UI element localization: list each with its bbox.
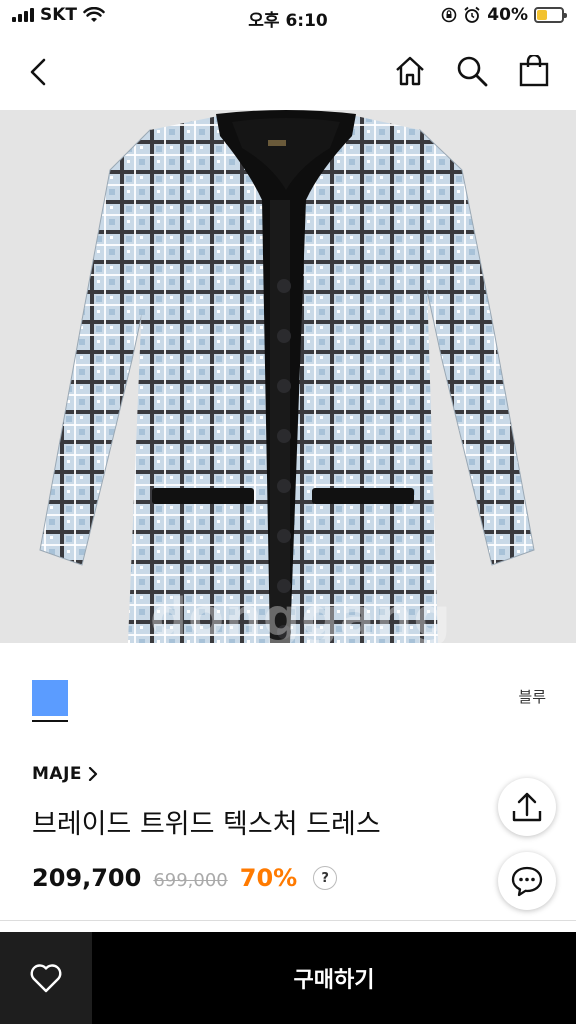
chat-button[interactable]	[498, 852, 556, 910]
cellular-signal-icon	[12, 8, 34, 22]
tweed-dress-photo	[39, 110, 535, 643]
product-image[interactable]: donggang	[0, 110, 576, 643]
price-row: 209,700 699,000 70% ?	[32, 864, 338, 892]
brand-name: MAJE	[32, 764, 83, 784]
search-icon	[457, 56, 488, 87]
sale-price: 209,700	[32, 864, 142, 892]
image-watermark: donggang	[150, 588, 452, 643]
color-swatch[interactable]	[32, 680, 68, 716]
battery-icon	[534, 7, 567, 23]
selected-swatch-underline	[32, 720, 68, 722]
nav-actions	[392, 52, 552, 90]
status-right: 40%	[441, 5, 567, 25]
home-icon	[396, 56, 424, 86]
battery-level	[537, 10, 547, 20]
buy-button[interactable]: 구매하기	[92, 932, 576, 1024]
search-button[interactable]	[454, 52, 490, 90]
original-price: 699,000	[153, 870, 228, 891]
top-nav-bar	[0, 34, 576, 110]
chevron-left-icon	[30, 58, 46, 86]
brand-link[interactable]: MAJE	[32, 764, 98, 784]
price-help-button[interactable]: ?	[313, 866, 338, 890]
bottom-action-bar: 구매하기	[0, 932, 576, 1024]
cart-button[interactable]	[516, 52, 552, 90]
section-divider	[0, 920, 576, 921]
color-name-label: 블루	[518, 688, 546, 706]
heart-icon	[30, 964, 62, 993]
home-button[interactable]	[392, 52, 428, 90]
share-button[interactable]	[498, 778, 556, 836]
back-button[interactable]	[20, 52, 56, 92]
wifi-icon	[83, 7, 105, 22]
status-left: SKT	[12, 5, 105, 25]
color-option-row: 블루	[0, 660, 576, 730]
discount-rate: 70%	[239, 864, 298, 892]
chat-bubble-icon	[511, 866, 543, 897]
share-up-arrow-icon	[512, 792, 542, 822]
product-title: 브레이드 트위드 텍스처 드레스	[32, 809, 381, 840]
battery-percent: 40%	[487, 5, 528, 25]
alarm-icon	[464, 6, 480, 23]
chevron-right-icon	[88, 767, 98, 781]
wishlist-button[interactable]	[0, 932, 92, 1024]
orientation-lock-icon	[441, 7, 457, 23]
carrier-label: SKT	[40, 5, 78, 25]
shopping-bag-icon	[519, 55, 549, 87]
status-bar: SKT 오후 6:10 40%	[0, 0, 576, 34]
